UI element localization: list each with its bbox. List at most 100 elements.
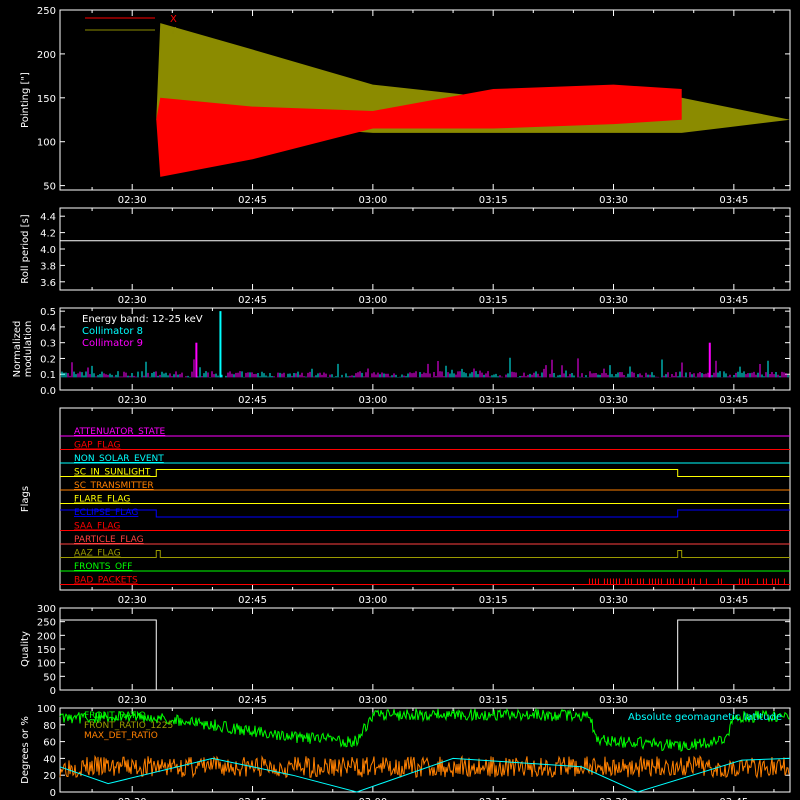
y-tick-label: 50 (43, 672, 56, 683)
flag-label: SAA_FLAG (74, 522, 120, 532)
flag-label: GAP_FLAG (74, 441, 120, 451)
time-tick-label: 03:30 (599, 195, 628, 206)
y-tick-label: 0.0 (40, 386, 56, 397)
legend-label: Collimator 8 (82, 326, 143, 337)
panel-frame (59, 207, 791, 291)
y-tick-label: 150 (37, 94, 56, 105)
panel-frame (59, 407, 791, 591)
legend-label: Y (169, 26, 177, 37)
y-tick-label: 20 (43, 771, 56, 782)
time-tick-label: 03:00 (358, 695, 387, 706)
legend-label: Collimator 9 (82, 338, 143, 349)
flag-label: ATTENUATOR_STATE (74, 427, 166, 437)
time-tick-label: 03:15 (479, 395, 508, 406)
flag-line (60, 469, 790, 477)
y-axis-label: modulation (23, 321, 34, 378)
y-tick-label: 4.4 (40, 212, 56, 223)
y-tick-label: 3.8 (40, 261, 56, 272)
time-tick-label: 03:45 (719, 595, 748, 606)
y-tick-label: 0.1 (40, 370, 56, 381)
time-tick-label: 02:45 (238, 695, 267, 706)
flag-label: PARTICLE_FLAG (74, 535, 144, 545)
flag-line (60, 550, 790, 558)
flag-bad_packets (60, 578, 790, 585)
y-tick-label: 4.0 (40, 245, 56, 256)
time-tick-label: 02:45 (238, 295, 267, 306)
y-axis-label: Normalized (12, 321, 23, 378)
chart-canvas: 02:30 02:45 03:00 03:15 03:30 03:45 50 100 150 20… (12, 6, 791, 800)
time-tick-label: 03:45 (719, 395, 748, 406)
time-tick-label: 02:30 (118, 395, 147, 406)
y-tick-label: 200 (37, 50, 56, 61)
legend-label: MAX_DET_RATIO (84, 731, 158, 741)
y-tick-label: 0.2 (40, 354, 56, 365)
time-tick-label: 03:00 (358, 595, 387, 606)
flag-sc_in_sunlight (60, 469, 790, 477)
flag-label: SC_IN_SUNLIGHT (74, 468, 151, 478)
legend-label: X (170, 14, 177, 25)
legend-label: Absolute geomagnetic latitude (628, 712, 782, 723)
y-tick-label: 0 (50, 788, 56, 799)
time-tick-label: 03:15 (479, 595, 508, 606)
y-tick-label: 200 (37, 631, 56, 642)
time-tick-label: 03:00 (358, 195, 387, 206)
y-tick-label: 250 (37, 618, 56, 629)
modulation-bars (61, 357, 789, 378)
time-tick-label: 03:15 (479, 295, 508, 306)
y-tick-label: 4.2 (40, 229, 56, 240)
y-tick-label: 150 (37, 645, 56, 656)
y-tick-label: 0.3 (40, 339, 56, 350)
y-tick-label: 100 (37, 659, 56, 670)
time-tick-label: 03:45 (719, 695, 748, 706)
time-tick-label: 03:00 (358, 295, 387, 306)
y-tick-label: 3.6 (40, 278, 56, 289)
flag-label: BAD_PACKETS (74, 576, 138, 586)
series-max-det-ratio (59, 754, 790, 779)
time-tick-label: 02:30 (118, 195, 147, 206)
y-tick-label: 0 (50, 686, 56, 697)
legend-title: Energy band: 12-25 keV (82, 314, 203, 325)
flag-label: ECLIPSE_FLAG (74, 508, 138, 518)
y-tick-label: 80 (43, 721, 56, 732)
y-axis-label: Degrees or % (20, 716, 31, 784)
y-tick-label: 50 (43, 182, 56, 193)
y-tick-label: 40 (43, 754, 56, 765)
y-tick-label: 300 (37, 604, 56, 615)
y-tick-label: 100 (37, 704, 56, 715)
y-axis-label: Quality (20, 631, 31, 667)
time-tick-label: 03:00 (358, 395, 387, 406)
time-tick-label: 02:45 (238, 195, 267, 206)
y-axis-label: Flags (20, 486, 31, 512)
time-tick-label: 03:30 (599, 595, 628, 606)
y-axis-label: Pointing ["] (20, 72, 31, 128)
flag-label: SC_TRANSMITTER (74, 481, 154, 491)
time-tick-label: 02:30 (118, 695, 147, 706)
y-tick-label: 60 (43, 738, 56, 749)
flag-label: NON_SOLAR_EVENT (74, 454, 164, 464)
flag-line (60, 509, 790, 518)
time-tick-label: 03:45 (719, 295, 748, 306)
time-tick-label: 02:45 (238, 395, 267, 406)
time-tick-label: 02:45 (238, 595, 267, 606)
y-tick-label: 0.4 (40, 323, 56, 334)
time-tick-label: 03:15 (479, 695, 508, 706)
time-tick-label: 03:15 (479, 195, 508, 206)
y-tick-label: 0.5 (40, 307, 56, 318)
time-tick-label: 03:30 (599, 295, 628, 306)
legend-label: FRONT_RATIO_1225 (84, 721, 173, 731)
y-tick-label: 100 (37, 138, 56, 149)
time-tick-label: 03:45 (719, 195, 748, 206)
flag-label: FRONTS_OFF (74, 562, 132, 572)
time-tick-label: 03:30 (599, 395, 628, 406)
time-tick-label: 02:30 (118, 595, 147, 606)
y-axis-label: Roll period [s] (20, 214, 31, 283)
flag-label: AAZ_FLAG (74, 549, 121, 559)
flag-aaz_flag (60, 550, 790, 558)
flag-label: FLARE_FLAG (74, 495, 130, 505)
y-tick-label: 250 (37, 6, 56, 17)
time-tick-label: 02:30 (118, 295, 147, 306)
flag-eclipse_flag (60, 509, 790, 518)
time-tick-label: 03:30 (599, 695, 628, 706)
legend-label: FRONT_RATIO (84, 711, 146, 721)
quality-line (60, 619, 790, 691)
